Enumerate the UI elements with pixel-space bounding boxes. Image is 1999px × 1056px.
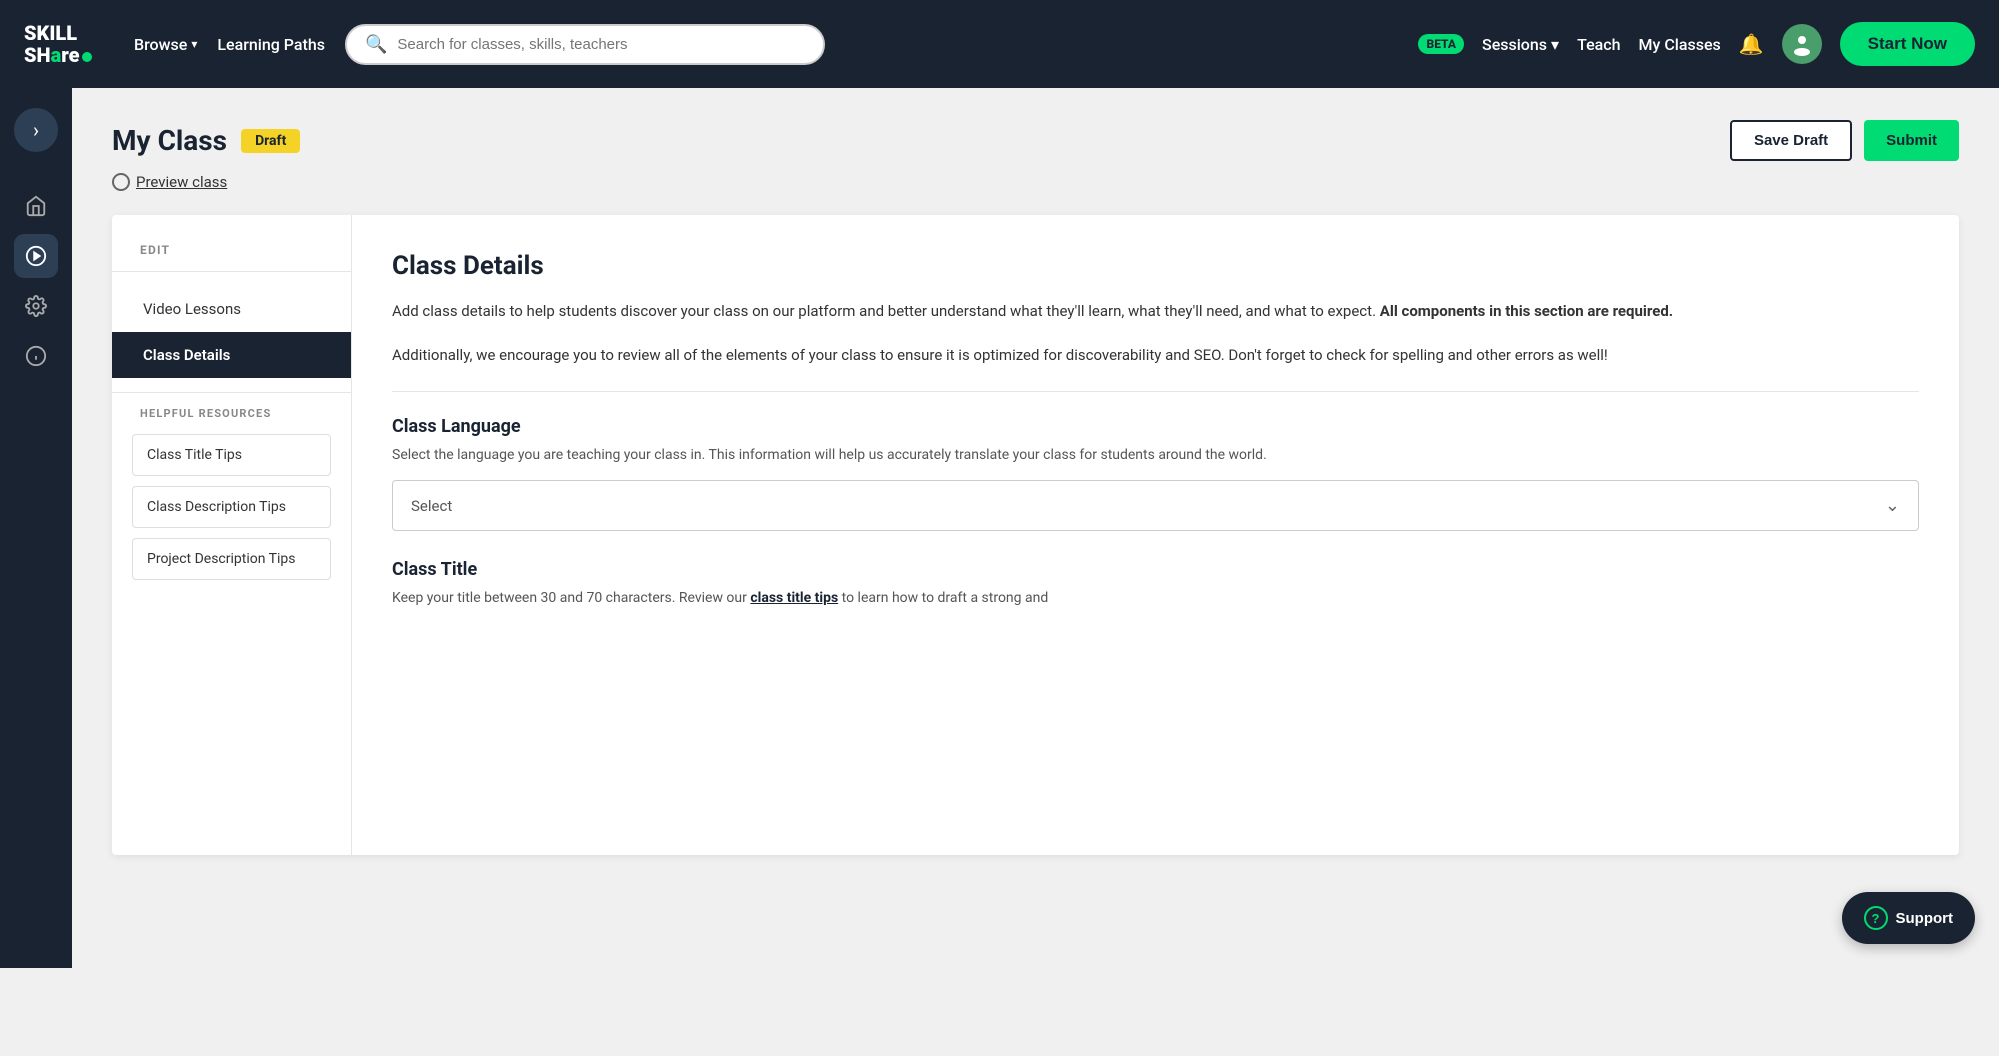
bell-icon[interactable]: 🔔: [1739, 32, 1764, 56]
support-button[interactable]: ? Support: [1842, 892, 1976, 944]
search-bar[interactable]: 🔍: [345, 24, 825, 65]
sidebar-expand-icon[interactable]: ›: [14, 108, 58, 152]
class-language-label: Class Language: [392, 416, 1919, 437]
my-classes-link[interactable]: My Classes: [1639, 35, 1721, 54]
teach-link[interactable]: Teach: [1577, 35, 1620, 54]
learning-paths-nav[interactable]: Learning Paths: [217, 35, 325, 54]
right-panel: Class Details Add class details to help …: [352, 215, 1959, 855]
page-header: My Class Draft Save Draft Submit: [112, 120, 1959, 161]
sidebar-icons: ›: [0, 88, 72, 968]
draft-badge: Draft: [241, 129, 300, 153]
search-icon: 🔍: [365, 34, 387, 55]
class-title-field-desc: Keep your title between 30 and 70 charac…: [392, 588, 1919, 609]
video-lessons-nav-item[interactable]: Video Lessons: [112, 286, 351, 332]
save-draft-button[interactable]: Save Draft: [1730, 120, 1852, 161]
class-description-tips-item[interactable]: Class Description Tips: [132, 486, 331, 528]
page-wrapper: › My Class Draft Save Draft Submit: [0, 88, 1999, 968]
logo[interactable]: SKILLSHare: [24, 22, 114, 66]
submit-button[interactable]: Submit: [1864, 120, 1959, 161]
class-title-tips-item[interactable]: Class Title Tips: [132, 434, 331, 476]
search-input[interactable]: [397, 36, 805, 53]
divider2: [112, 392, 351, 393]
content-area: My Class Draft Save Draft Submit Preview…: [72, 88, 1999, 968]
divider: [112, 271, 351, 272]
left-panel: EDIT Video Lessons Class Details HELPFUL…: [112, 215, 352, 855]
two-column-layout: EDIT Video Lessons Class Details HELPFUL…: [112, 215, 1959, 855]
sidebar-home-icon[interactable]: [14, 184, 58, 228]
class-details-title: Class Details: [392, 251, 1919, 281]
class-details-desc: Add class details to help students disco…: [392, 299, 1919, 323]
sessions-nav[interactable]: Sessions ▾: [1482, 35, 1559, 54]
class-details-nav-item[interactable]: Class Details: [112, 332, 351, 378]
class-title-tips-link[interactable]: class title tips: [750, 590, 838, 606]
edit-section-label: EDIT: [112, 243, 351, 257]
preview-link[interactable]: Preview class: [112, 173, 1959, 191]
sidebar-play-icon[interactable]: [14, 234, 58, 278]
avatar[interactable]: [1782, 24, 1822, 64]
page-title-wrap: My Class Draft: [112, 124, 300, 157]
nav-right: BETA Sessions ▾ Teach My Classes 🔔 Start…: [1418, 22, 1975, 66]
browse-chevron-icon: ▾: [191, 37, 197, 51]
helpful-resources-label: HELPFUL RESOURCES: [112, 407, 351, 420]
browse-nav[interactable]: Browse ▾: [134, 35, 197, 54]
beta-badge: BETA: [1418, 34, 1464, 54]
logo-text: SKILLSHare: [24, 22, 92, 66]
header-buttons: Save Draft Submit: [1730, 120, 1959, 161]
sidebar-gear-icon[interactable]: [14, 284, 58, 328]
project-description-tips-item[interactable]: Project Description Tips: [132, 538, 331, 580]
preview-circle-icon: [112, 173, 130, 191]
sessions-chevron-icon: ▾: [1551, 35, 1559, 54]
class-title-field-label: Class Title: [392, 559, 1919, 580]
class-language-desc: Select the language you are teaching you…: [392, 445, 1919, 466]
sidebar-info-icon[interactable]: [14, 334, 58, 378]
support-question-icon: ?: [1864, 906, 1888, 930]
start-now-button[interactable]: Start Now: [1840, 22, 1975, 66]
select-chevron-icon: ⌄: [1885, 495, 1900, 516]
page-title: My Class: [112, 124, 227, 157]
top-navigation: SKILLSHare Browse ▾ Learning Paths 🔍 BET…: [0, 0, 1999, 88]
section-divider: [392, 391, 1919, 392]
class-details-desc2: Additionally, we encourage you to review…: [392, 343, 1919, 367]
class-language-select[interactable]: Select ⌄: [392, 480, 1919, 531]
